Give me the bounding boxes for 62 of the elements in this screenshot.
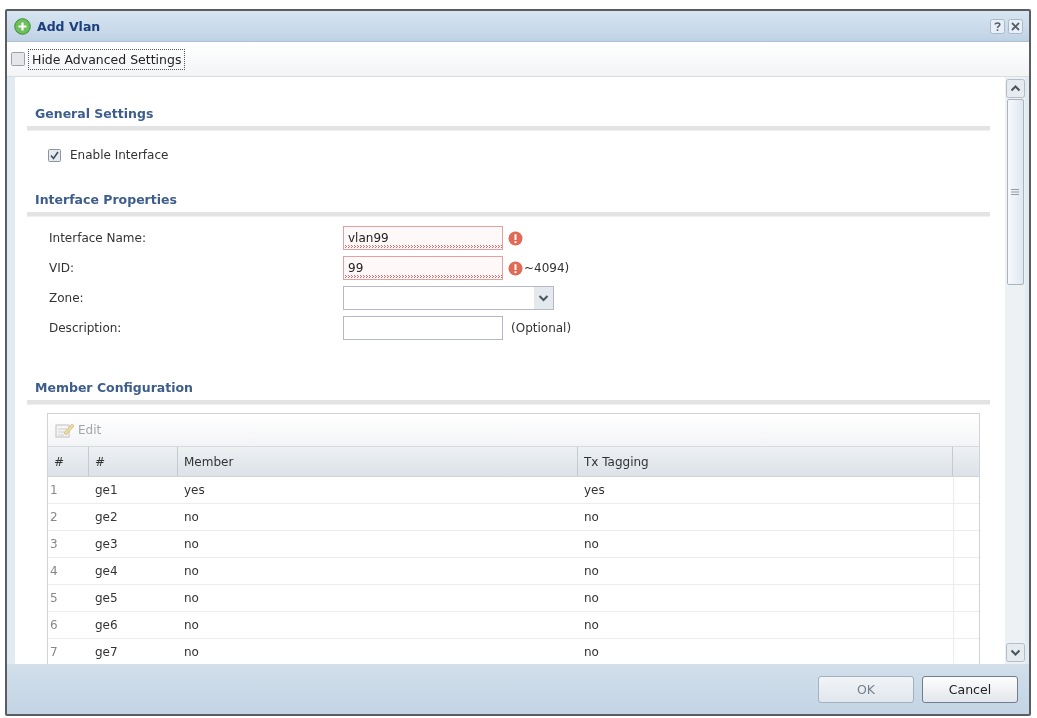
text-field[interactable] [343, 316, 503, 340]
table-cell-text: 5 [49, 590, 59, 607]
table-cell-text: 7 [49, 644, 59, 661]
table-cell-text: no [583, 563, 600, 580]
table-cell-text: ge6 [94, 617, 119, 634]
error-icon [508, 260, 523, 276]
chevron-down-icon[interactable] [1005, 643, 1025, 662]
chevron-up-icon[interactable] [1005, 79, 1025, 98]
table-cell-text: no [583, 644, 600, 661]
table-cell-text: yes [583, 482, 606, 499]
text-field[interactable]: vlan99 [343, 226, 503, 250]
cancel-button[interactable]: Cancel [922, 675, 1018, 703]
edit-icon [55, 422, 75, 438]
table-cell-text: no [183, 590, 200, 607]
table-cell-text: no [183, 617, 200, 634]
section-heading: Member Configuration [35, 380, 193, 395]
table-cell-text: ge3 [94, 536, 119, 553]
table-cell-text: 2 [49, 509, 59, 526]
table-cell-text: no [183, 509, 200, 526]
table-cell-text: ge4 [94, 563, 119, 580]
field-label: Description: [49, 321, 122, 335]
column-header[interactable]: # [48, 447, 89, 476]
scrollbar[interactable] [1005, 77, 1025, 664]
square-icon [11, 52, 25, 66]
text-field[interactable]: 99 [343, 256, 503, 280]
checkbox-label: Enable Interface [70, 148, 169, 162]
table-cell-text: no [583, 590, 600, 607]
plus-circle-icon [14, 17, 31, 35]
field-label: VID: [49, 261, 75, 275]
table-cell-text: no [183, 644, 200, 661]
table-cell-text: no [583, 617, 600, 634]
dropdown-field[interactable] [343, 286, 554, 310]
section-heading: General Settings [35, 106, 154, 121]
table-cell-text: ge5 [94, 590, 119, 607]
table-cell-text: 4 [49, 563, 59, 580]
table-cell-text: 3 [49, 536, 59, 553]
column-header[interactable]: # [89, 447, 178, 476]
help-icon[interactable] [990, 18, 1005, 34]
table-cell-text: no [583, 536, 600, 553]
hint-text: ~4094) [524, 261, 570, 275]
checkbox[interactable] [48, 148, 61, 162]
close-icon[interactable] [1008, 18, 1023, 34]
table-cell-text: no [583, 509, 600, 526]
column-header[interactable]: Tx Tagging [578, 447, 953, 476]
table-cell-text: ge1 [94, 482, 119, 499]
chevron-down-icon[interactable] [534, 287, 553, 309]
table-cell-text: no [183, 536, 200, 553]
grip-icon [1011, 189, 1019, 195]
table-cell-text: ge7 [94, 644, 119, 661]
hint-text: (Optional) [511, 321, 572, 335]
window-title: Add Vlan [37, 18, 101, 34]
section-heading: Interface Properties [35, 192, 177, 207]
table-cell-text: 6 [49, 617, 59, 634]
table-cell-text: ge2 [94, 509, 119, 526]
scrollbar-thumb[interactable] [1006, 99, 1024, 285]
field-label: Interface Name: [49, 231, 146, 245]
table-cell-text: no [183, 563, 200, 580]
column-header[interactable]: Member [178, 447, 578, 476]
table-cell-text: 1 [49, 482, 59, 499]
table-cell-text: yes [183, 482, 206, 499]
field-label: Zone: [49, 291, 84, 305]
error-icon [508, 230, 523, 246]
